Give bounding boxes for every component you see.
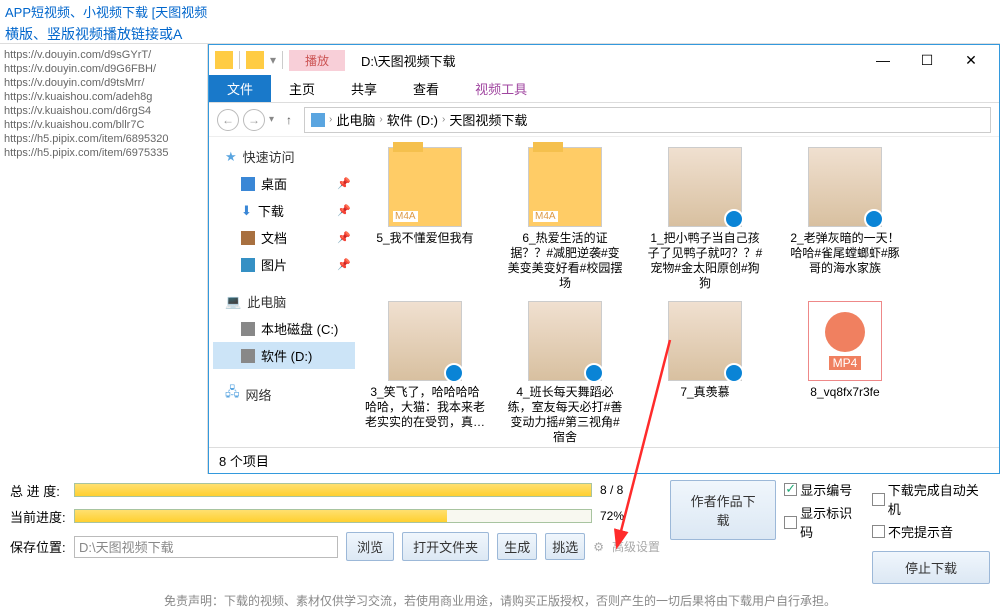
show-number-checkbox[interactable]: 显示编号 (784, 480, 864, 499)
url-item[interactable]: https://v.kuaishou.com/d6rgS4 (4, 104, 203, 118)
open-folder-button[interactable]: 打开文件夹 (402, 532, 489, 561)
tree-this-pc[interactable]: 💻此电脑 (213, 288, 355, 315)
file-item[interactable]: M4A5_我不懂爱但我有 (365, 147, 485, 291)
explorer-titlebar: ▾ 播放 D:\天图视频下载 — ☐ ✕ (209, 45, 999, 75)
total-progress-text: 8 / 8 (600, 483, 660, 497)
pc-icon (311, 113, 325, 127)
tree-network[interactable]: 🖧网络 (213, 379, 355, 409)
tree-desktop[interactable]: 桌面📌 (213, 170, 355, 197)
adv-settings-link[interactable]: 高级设置 (612, 538, 660, 555)
breadcrumb-item[interactable]: 此电脑 (336, 110, 375, 129)
url-item[interactable]: https://h5.pipix.com/item/6975335 (4, 146, 203, 160)
item-count: 8 个项目 (219, 451, 269, 470)
url-list[interactable]: https://v.douyin.com/d9sGYrT/ https://v.… (0, 44, 208, 474)
app-title: APP短视频、小视频下载 [天图视频 (5, 5, 207, 20)
tab-home[interactable]: 主页 (271, 75, 333, 102)
url-item[interactable]: https://v.douyin.com/d9G6FBH/ (4, 62, 203, 76)
nav-tree: ★快速访问 桌面📌 ⬇下载📌 文档📌 图片📌 💻此电脑 本地磁盘 (C:) 软件… (209, 137, 359, 447)
file-item[interactable]: 3_笑飞了，哈哈哈哈哈哈，大猫：我本来老老实实的在受罚，真… (365, 301, 485, 445)
nav-bar: ← → ▾ ↑ › 此电脑 › 软件 (D:) › 天图视频下载 (209, 103, 999, 137)
stop-download-button[interactable]: 停止下载 (872, 551, 990, 584)
url-item[interactable]: https://h5.pipix.com/item/6895320 (4, 132, 203, 146)
folder-icon (215, 51, 233, 69)
current-progress-bar (74, 509, 592, 523)
show-barcode-checkbox[interactable]: 显示标识码 (784, 503, 864, 541)
file-item[interactable]: 7_真羡慕 (645, 301, 765, 445)
url-item[interactable]: https://v.kuaishou.com/adeh8g (4, 90, 203, 104)
save-path-label: 保存位置: (10, 537, 66, 556)
total-progress-label: 总 进 度: (10, 481, 66, 500)
gear-icon: ⚙ (593, 540, 604, 554)
tree-drive-c[interactable]: 本地磁盘 (C:) (213, 315, 355, 342)
minimize-button[interactable]: — (861, 46, 905, 74)
breadcrumb-item[interactable]: 软件 (D:) (387, 110, 438, 129)
app-subtitle-bar: 横版、竖版视频播放链接或A (0, 22, 1000, 44)
breadcrumb-item[interactable]: 天图视频下载 (449, 110, 527, 129)
auto-shutdown-checkbox[interactable]: 下载完成自动关机 (872, 480, 990, 518)
bottom-panel: 总 进 度: 8 / 8 当前进度: 72% 保存位置: 浏览 打开文件夹 生成… (0, 474, 1000, 584)
file-explorer-window: ▾ 播放 D:\天图视频下载 — ☐ ✕ 文件 主页 共享 查看 视频工具 ← … (208, 44, 1000, 474)
file-item[interactable]: 1_把小鸭子当自己孩子了见鸭子就叼？？#宠物#金太阳原创#狗狗 (645, 147, 765, 291)
file-item[interactable]: MP48_vq8fx7r3fe (785, 301, 905, 445)
window-title: D:\天图视频下载 (361, 51, 456, 70)
save-path-input[interactable] (74, 536, 338, 558)
file-item[interactable]: M4A6_热爱生活的证据？？#减肥逆袭#变美变美变好看#校园摆场 (505, 147, 625, 291)
tree-quick-access[interactable]: ★快速访问 (213, 143, 355, 170)
tab-share[interactable]: 共享 (333, 75, 395, 102)
status-bar: 8 个项目 (209, 447, 999, 473)
tab-file[interactable]: 文件 (209, 75, 271, 102)
breadcrumb[interactable]: › 此电脑 › 软件 (D:) › 天图视频下载 (304, 107, 991, 133)
tree-drive-d[interactable]: 软件 (D:) (213, 342, 355, 369)
generate-button[interactable]: 生成 (497, 533, 537, 560)
up-button[interactable]: ↑ (278, 109, 300, 131)
url-item[interactable]: https://v.douyin.com/d9tsMrr/ (4, 76, 203, 90)
filter-button[interactable]: 挑选 (545, 533, 585, 560)
back-button[interactable]: ← (217, 109, 239, 131)
browse-button[interactable]: 浏览 (346, 532, 394, 561)
app-subtitle: 横版、竖版视频播放链接或A (5, 26, 182, 42)
tree-downloads[interactable]: ⬇下载📌 (213, 197, 355, 224)
file-item[interactable]: 2_老弹灰暗的一天！哈哈#雀尾螳螂虾#豚哥的海水家族 (785, 147, 905, 291)
tree-pictures[interactable]: 图片📌 (213, 251, 355, 278)
current-progress-label: 当前进度: (10, 507, 66, 526)
tab-video-tools[interactable]: 视频工具 (457, 75, 545, 102)
forward-button[interactable]: → (243, 109, 265, 131)
folder-icon (246, 51, 264, 69)
disclaimer-text: 免责声明：下载的视频、素材仅供学习交流，若使用商业用途，请购买正版授权，否则产生… (10, 592, 990, 609)
app-titlebar: APP短视频、小视频下载 [天图视频 (0, 0, 1000, 22)
ribbon-tabs: 文件 主页 共享 查看 视频工具 (209, 75, 999, 103)
url-item[interactable]: https://v.kuaishou.com/bllr7C (4, 118, 203, 132)
current-progress-text: 72% (600, 509, 660, 523)
file-grid: M4A5_我不懂爱但我有 M4A6_热爱生活的证据？？#减肥逆袭#变美变美变好看… (359, 137, 999, 447)
close-button[interactable]: ✕ (949, 46, 993, 74)
file-item[interactable]: 4_班长每天舞蹈必练，室友每天必打#善变动力摇#第三视角#宿舍 (505, 301, 625, 445)
play-tab[interactable]: 播放 (289, 50, 345, 71)
total-progress-bar (74, 483, 592, 497)
mute-hint-checkbox[interactable]: 不完提示音 (872, 522, 990, 541)
tab-view[interactable]: 查看 (395, 75, 457, 102)
maximize-button[interactable]: ☐ (905, 46, 949, 74)
author-works-button[interactable]: 作者作品下载 (670, 480, 776, 540)
url-item[interactable]: https://v.douyin.com/d9sGYrT/ (4, 48, 203, 62)
tree-documents[interactable]: 文档📌 (213, 224, 355, 251)
